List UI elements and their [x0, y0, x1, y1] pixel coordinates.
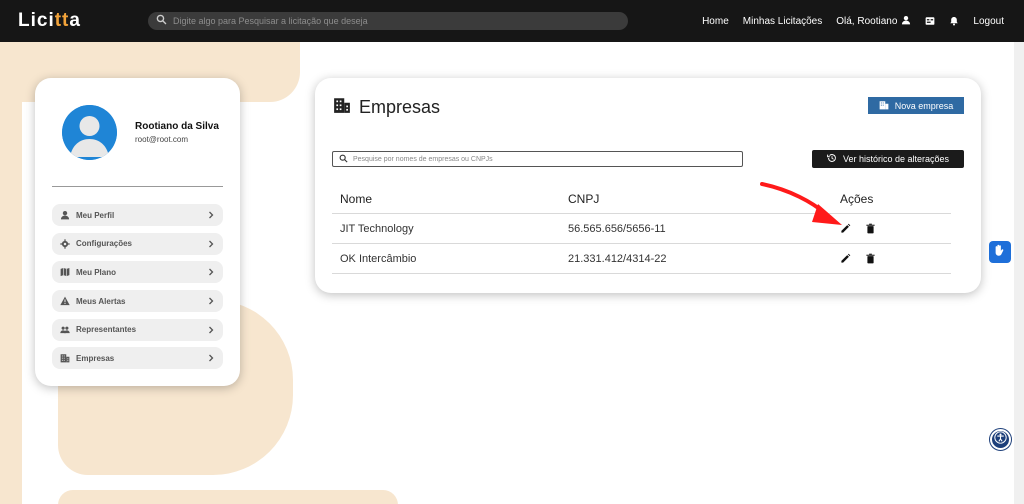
companies-table: Nome CNPJ Ações JIT Technology 56.565.65… [332, 184, 951, 274]
page-scrollbar[interactable] [1014, 42, 1024, 504]
dashboard-icon[interactable] [925, 16, 935, 26]
column-header-nome: Nome [340, 191, 373, 206]
menu-item-configuracoes[interactable]: Configurações [52, 232, 223, 255]
search-icon [156, 12, 167, 30]
building-icon [333, 96, 351, 119]
logout-link[interactable]: Logout [973, 16, 1004, 27]
menu-item-label: Meu Perfil [76, 210, 115, 220]
nav-user-menu[interactable]: Olá, Rootiano [836, 15, 911, 28]
delete-trash-icon[interactable] [865, 223, 876, 234]
edit-pencil-icon[interactable] [840, 253, 851, 264]
nav-home-link[interactable]: Home [702, 16, 729, 27]
profile-email: root@root.com [135, 135, 189, 144]
accessibility-icon [994, 430, 1007, 449]
menu-item-representantes[interactable]: Representantes [52, 318, 223, 341]
row-actions [832, 253, 951, 264]
background-decoration [58, 490, 398, 504]
top-navbar: Licitta Digite algo para Pesquisar a lic… [0, 0, 1024, 42]
avatar [62, 105, 117, 160]
chevron-right-icon [207, 211, 215, 219]
view-history-button[interactable]: Ver histórico de alterações [812, 150, 964, 168]
new-company-label: Nova empresa [894, 100, 954, 111]
company-search-placeholder: Pesquise por nomes de empresas ou CNPJs [353, 155, 493, 163]
user-icon [901, 15, 911, 28]
row-actions [832, 223, 951, 234]
hands-icon [993, 243, 1007, 262]
search-placeholder: Digite algo para Pesquisar a licitação q… [173, 16, 368, 26]
search-icon [339, 150, 348, 168]
profile-menu: Meu Perfil Configurações Meu Plano Meus … [52, 204, 223, 376]
divider [52, 186, 223, 187]
new-company-button[interactable]: Nova empresa [868, 97, 964, 114]
delete-trash-icon[interactable] [865, 253, 876, 264]
map-icon [60, 267, 70, 277]
view-history-label: Ver histórico de alterações [842, 154, 950, 164]
chevron-right-icon [207, 268, 215, 276]
company-search-input[interactable]: Pesquise por nomes de empresas ou CNPJs [332, 151, 743, 167]
annotation-arrow-icon [760, 182, 842, 225]
nav-links: Home Minhas Licitações Olá, Rootiano Log… [702, 15, 1004, 28]
menu-item-label: Meus Alertas [76, 296, 126, 306]
people-icon [60, 325, 70, 335]
table-row: JIT Technology 56.565.656/5656-11 [332, 214, 951, 244]
global-search-input[interactable]: Digite algo para Pesquisar a licitação q… [148, 12, 628, 30]
menu-item-empresas[interactable]: Empresas [52, 347, 223, 370]
chevron-right-icon [207, 240, 215, 248]
menu-item-meu-perfil[interactable]: Meu Perfil [52, 204, 223, 226]
user-icon [60, 210, 70, 220]
menu-item-meu-plano[interactable]: Meu Plano [52, 261, 223, 284]
history-icon [827, 153, 837, 165]
menu-item-label: Configurações [76, 239, 133, 249]
company-cnpj: 21.331.412/4314-22 [568, 252, 667, 265]
bell-icon[interactable] [949, 16, 959, 26]
table-header: Nome CNPJ Ações [332, 184, 951, 214]
sign-language-widget-button[interactable] [989, 241, 1011, 263]
page-title: Empresas [333, 96, 440, 119]
greeting-text: Olá, Rootiano [836, 15, 898, 27]
chevron-right-icon [207, 297, 215, 305]
column-header-acoes: Ações [840, 191, 874, 206]
profile-card: Rootiano da Silva root@root.com Meu Perf… [35, 78, 240, 386]
nav-my-bids-link[interactable]: Minhas Licitações [743, 16, 822, 27]
accessibility-widget-button[interactable] [990, 429, 1011, 450]
warning-icon [60, 296, 70, 306]
app-logo[interactable]: Licitta [18, 10, 148, 32]
menu-item-label: Meu Plano [76, 267, 117, 277]
menu-item-label: Empresas [76, 353, 115, 363]
company-name: JIT Technology [340, 222, 414, 235]
company-name: OK Intercâmbio [340, 252, 417, 265]
menu-item-label: Representantes [76, 325, 137, 335]
table-row: OK Intercâmbio 21.331.412/4314-22 [332, 244, 951, 274]
companies-card: Empresas Nova empresa Pesquise por nomes… [315, 78, 981, 293]
profile-name: Rootiano da Silva [135, 121, 219, 132]
menu-item-meus-alertas[interactable]: Meus Alertas [52, 290, 223, 313]
gear-icon [60, 239, 70, 249]
page-title-text: Empresas [359, 97, 441, 117]
background-decoration [0, 42, 22, 504]
building-icon [60, 353, 70, 363]
building-icon [879, 100, 889, 112]
chevron-right-icon [207, 354, 215, 362]
chevron-right-icon [207, 326, 215, 334]
